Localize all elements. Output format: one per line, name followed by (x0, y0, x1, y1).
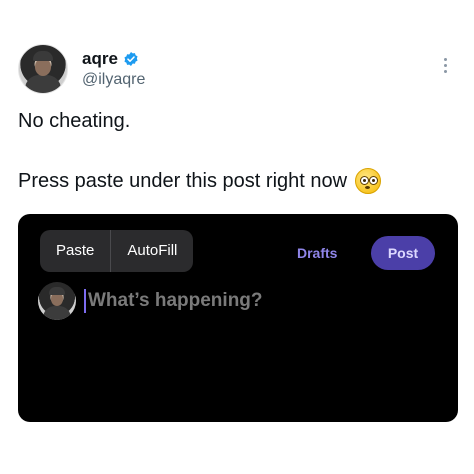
compose-row: What’s happening? (38, 282, 263, 320)
verified-badge-icon (124, 52, 138, 66)
text-cursor (84, 289, 86, 313)
author-names: aqre @ilyaqre (82, 49, 145, 89)
author-handle[interactable]: @ilyaqre (82, 71, 145, 89)
author-display-name[interactable]: aqre (82, 49, 118, 69)
post-header: aqre @ilyaqre (18, 44, 145, 94)
composer-avatar (38, 282, 76, 320)
compose-screenshot: Paste AutoFill Drafts Post What’s happen… (18, 214, 458, 422)
more-dot (444, 64, 447, 67)
emoji-eye (360, 176, 370, 185)
emoji-eye (369, 176, 379, 185)
post-button[interactable]: Post (371, 236, 435, 270)
name-row: aqre (82, 49, 145, 69)
post-text-line-1: No cheating. (18, 110, 131, 132)
more-dot (444, 58, 447, 61)
avatar-shirt (25, 75, 61, 93)
autofill-menu-item[interactable]: AutoFill (111, 230, 193, 272)
avatar-cap (49, 287, 65, 295)
drafts-button[interactable]: Drafts (297, 245, 337, 261)
avatar-cap (33, 51, 53, 61)
avatar-shirt (43, 306, 71, 320)
more-options-icon[interactable] (444, 58, 448, 73)
more-dot (444, 70, 447, 73)
context-menu: Paste AutoFill (40, 230, 194, 272)
post-text-line-2: Press paste under this post right now (18, 168, 382, 194)
post-text-line-2-text: Press paste under this post right now (18, 169, 348, 192)
emoji-mouth (365, 186, 371, 189)
paste-menu-item[interactable]: Paste (40, 230, 110, 272)
author-avatar[interactable] (18, 44, 68, 94)
compose-input[interactable]: What’s happening? (88, 290, 263, 312)
flushed-face-emoji-icon (355, 168, 382, 194)
